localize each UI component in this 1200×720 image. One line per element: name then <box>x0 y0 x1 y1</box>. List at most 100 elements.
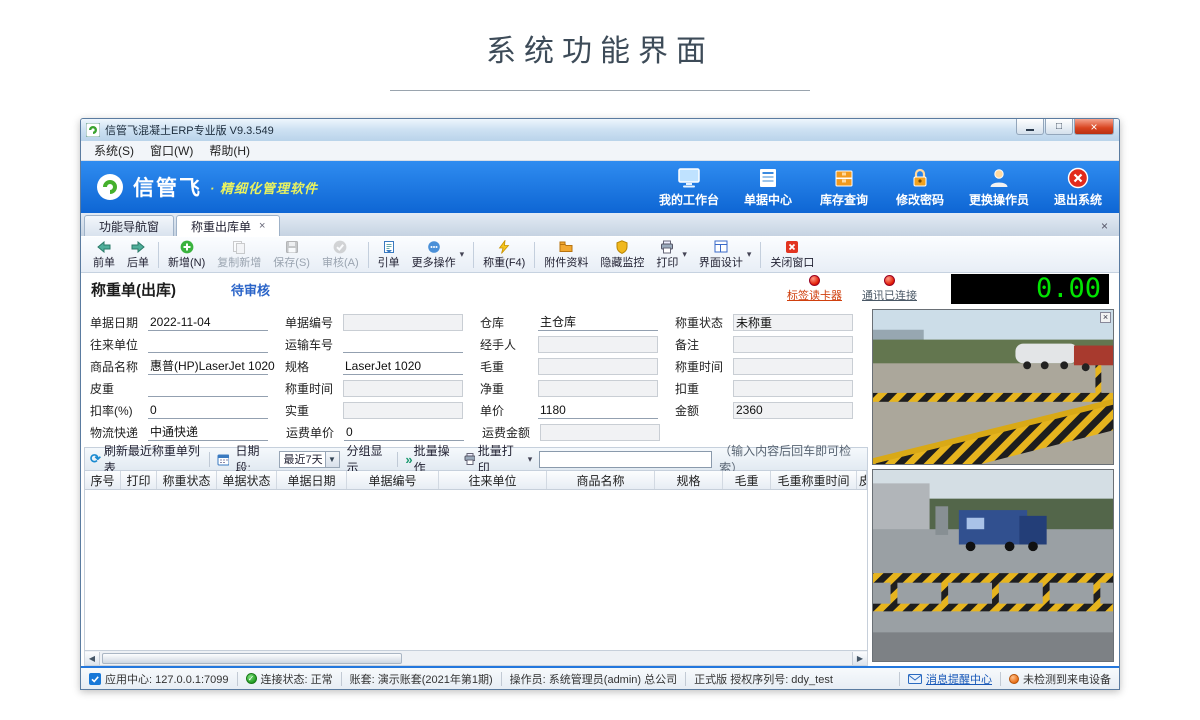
toolbar-close-window-button[interactable]: 关闭窗口 <box>764 238 820 271</box>
app-logo-icon <box>86 123 100 137</box>
tag-reader-label[interactable]: 标签读卡器 <box>787 287 842 303</box>
nav-workbench[interactable]: 我的工作台 <box>659 167 719 208</box>
truck-no-input[interactable] <box>343 336 463 353</box>
toolbar-next-button[interactable]: 后单 <box>121 238 155 271</box>
tabbar: 功能导航窗 称重出库单 × × <box>81 213 1119 237</box>
column-header[interactable]: 称重状态 <box>157 471 217 489</box>
gross-weigh-time-input <box>733 358 853 375</box>
nav-change-password[interactable]: 修改密码 <box>893 167 947 208</box>
tab-function-nav[interactable]: 功能导航窗 <box>84 215 174 236</box>
spec-input[interactable]: LaserJet 1020 <box>343 358 463 375</box>
field-gross-weight: 毛重 <box>478 358 673 375</box>
maximize-button[interactable]: □ <box>1045 119 1073 135</box>
caller-device-status: 未检测到来电设备 <box>1009 671 1111 687</box>
folder-icon <box>559 239 573 254</box>
toolbar-weigh-button[interactable]: 称重(F4) <box>477 238 531 271</box>
column-header[interactable]: 皮重 <box>857 471 867 489</box>
toolbar-save-button[interactable]: 保存(S) <box>267 238 316 271</box>
app-window: 信管飞混凝土ERP专业版 V9.3.549 □ × 系统(S) 窗口(W) 帮助… <box>80 118 1120 690</box>
copy-icon <box>232 239 246 254</box>
field-deduct-rate: 扣率(%)0 <box>88 402 283 419</box>
scroll-left-icon[interactable]: ◀ <box>85 652 100 665</box>
toolbar-prev-button[interactable]: 前单 <box>87 238 121 271</box>
green-check-icon: ✓ <box>246 673 257 684</box>
column-header[interactable]: 单据日期 <box>277 471 347 489</box>
menu-window[interactable]: 窗口(W) <box>143 141 200 160</box>
toolbar-attachments-button[interactable]: 附件资料 <box>538 238 594 271</box>
toolbar-print-button[interactable]: 打印 ▾ <box>650 238 693 271</box>
tag-reader-indicator[interactable]: 标签读卡器 <box>787 275 842 303</box>
comm-indicator[interactable]: 通讯已连接 <box>862 275 917 303</box>
column-header[interactable]: 序号 <box>85 471 121 489</box>
search-input[interactable] <box>539 451 712 468</box>
toolbar-audit-button[interactable]: 审核(A) <box>316 238 365 271</box>
weight-display: 0.00 <box>951 274 1109 304</box>
orders-table-body[interactable] <box>84 490 868 651</box>
column-header[interactable]: 单据状态 <box>217 471 277 489</box>
tare-weight-input[interactable] <box>148 380 268 397</box>
column-header[interactable]: 规格 <box>655 471 723 489</box>
nav-exit-system[interactable]: 退出系统 <box>1051 167 1105 208</box>
field-net-weight: 净重 <box>478 380 673 397</box>
toolbar-hide-monitor-button[interactable]: 隐藏监控 <box>594 238 650 271</box>
account-set-status: 账套: 演示账套(2021年第1期) <box>350 671 493 687</box>
comm-label[interactable]: 通讯已连接 <box>862 287 917 303</box>
toolbar-more-ops-button[interactable]: 更多操作 ▾ <box>406 238 471 271</box>
partner-input[interactable] <box>148 336 268 353</box>
minimize-button[interactable] <box>1016 119 1044 135</box>
toolbar-pull-order-button[interactable]: 引单 <box>372 238 406 271</box>
envelope-icon <box>908 674 922 684</box>
warehouse-input[interactable]: 主仓库 <box>538 314 658 331</box>
column-header[interactable]: 毛重 <box>723 471 771 489</box>
field-deduct-weight: 扣重 <box>673 380 868 397</box>
toolbar-copy-new-button[interactable]: 复制新增 <box>211 238 267 271</box>
camera-view-1[interactable]: × <box>872 309 1114 465</box>
freight-price-input[interactable]: 0 <box>344 424 464 441</box>
brand-name: 信管飞 <box>133 172 202 202</box>
column-header[interactable]: 商品名称 <box>547 471 655 489</box>
status-separator <box>685 672 686 686</box>
deduct-rate-input[interactable]: 0 <box>148 402 268 419</box>
calendar-icon <box>217 453 229 466</box>
column-header[interactable]: 往来单位 <box>439 471 547 489</box>
toolbar-separator <box>473 242 474 268</box>
message-center-link[interactable]: 消息提醒中心 <box>908 671 992 687</box>
license-status: 正式版 授权序列号: ddy_test <box>694 671 833 687</box>
column-header[interactable]: 打印 <box>121 471 157 489</box>
nav-inventory-query[interactable]: 库存查询 <box>817 167 871 208</box>
doc-date-input[interactable]: 2022-11-04 <box>148 314 268 331</box>
chevron-down-icon[interactable]: ▼ <box>325 452 339 467</box>
list-toolbar-separator <box>209 452 210 467</box>
nav-switch-operator[interactable]: 更换操作员 <box>969 167 1029 208</box>
column-header[interactable]: 单据编号 <box>347 471 439 489</box>
red-led-icon <box>884 275 895 286</box>
net-weight-input <box>538 380 658 397</box>
field-handler: 经手人 <box>478 336 673 353</box>
scrollbar-thumb[interactable] <box>102 653 402 664</box>
toolbar-separator <box>158 242 159 268</box>
remark-input <box>733 336 853 353</box>
menu-help[interactable]: 帮助(H) <box>202 141 257 160</box>
tab-close-icon[interactable]: × <box>259 220 265 232</box>
date-range-select[interactable]: 最近7天 ▼ <box>279 451 340 468</box>
window-titlebar[interactable]: 信管飞混凝土ERP专业版 V9.3.549 □ × <box>81 119 1119 141</box>
tab-weighing-outbound[interactable]: 称重出库单 × <box>176 215 280 236</box>
toolbar-ui-design-button[interactable]: 界面设计 ▾ <box>693 238 758 271</box>
close-all-tabs-icon[interactable]: × <box>1093 219 1116 236</box>
scroll-right-icon[interactable]: ▶ <box>852 652 867 665</box>
nav-document-center[interactable]: 单据中心 <box>741 167 795 208</box>
nav-label: 单据中心 <box>744 191 792 208</box>
logistics-input[interactable]: 中通快递 <box>148 424 268 441</box>
close-button[interactable]: × <box>1074 119 1114 135</box>
chevron-down-icon: ▾ <box>747 249 752 260</box>
toolbar-new-button[interactable]: 新增(N) <box>162 238 211 271</box>
horizontal-scrollbar[interactable]: ◀ ▶ <box>84 651 868 666</box>
field-amount: 金额2360 <box>673 402 868 419</box>
unit-price-input[interactable]: 1180 <box>538 402 658 419</box>
camera-close-icon[interactable]: × <box>1100 312 1111 323</box>
monitor-icon <box>677 167 701 189</box>
menu-system[interactable]: 系统(S) <box>87 141 141 160</box>
column-header[interactable]: 毛重称重时间 <box>771 471 857 489</box>
camera-view-2[interactable] <box>872 469 1114 662</box>
product-name-input[interactable]: 惠普(HP)LaserJet 1020 <box>148 358 268 375</box>
